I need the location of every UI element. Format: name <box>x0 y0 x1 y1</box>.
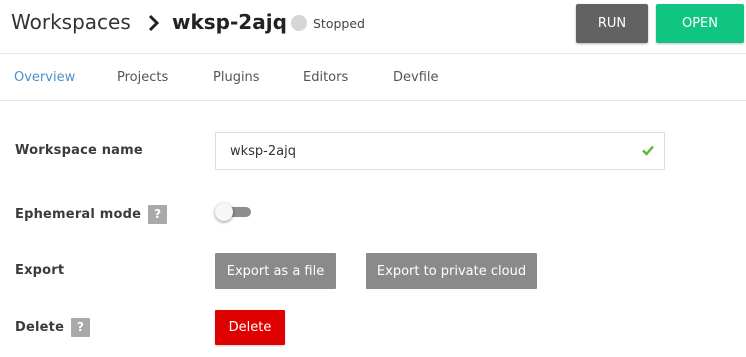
tab-overview[interactable]: Overview <box>14 70 75 85</box>
breadcrumb-workspaces-link[interactable]: Workspaces <box>11 10 131 34</box>
delete-label-text: Delete <box>15 320 65 335</box>
run-button[interactable]: RUN <box>576 4 648 43</box>
workspace-title: wksp-2ajq <box>172 10 287 34</box>
ephemeral-mode-label: Ephemeral mode ? <box>15 205 168 224</box>
status-dot-icon <box>291 15 307 31</box>
status-badge: Stopped <box>291 15 365 31</box>
chevron-right-icon <box>148 14 160 32</box>
tab-editors[interactable]: Editors <box>303 70 348 85</box>
checkmark-icon <box>642 145 654 156</box>
ephemeral-mode-toggle[interactable] <box>215 203 251 221</box>
tab-bar: Overview Projects Plugins Editors Devfil… <box>0 55 746 101</box>
workspace-name-label: Workspace name <box>15 143 143 158</box>
export-label: Export <box>15 263 64 278</box>
tab-plugins[interactable]: Plugins <box>213 70 260 85</box>
workspace-name-field[interactable] <box>215 132 665 170</box>
toggle-knob <box>215 203 233 221</box>
delete-button[interactable]: Delete <box>215 310 285 345</box>
open-button[interactable]: OPEN <box>656 4 744 43</box>
export-label-text: Export <box>15 263 65 278</box>
workspace-name-input[interactable] <box>216 133 636 169</box>
workspace-name-label-text: Workspace name <box>15 143 143 158</box>
export-file-button[interactable]: Export as a file <box>215 253 336 289</box>
delete-label: Delete ? <box>15 318 91 337</box>
help-icon[interactable]: ? <box>71 318 91 337</box>
help-icon[interactable]: ? <box>148 205 168 224</box>
ephemeral-mode-label-text: Ephemeral mode <box>15 207 142 222</box>
tab-devfile[interactable]: Devfile <box>393 70 439 85</box>
tab-projects[interactable]: Projects <box>117 70 168 85</box>
status-text: Stopped <box>313 15 365 31</box>
page-header: Workspaces wksp-2ajq Stopped RUN OPEN <box>0 0 746 54</box>
export-private-cloud-button[interactable]: Export to private cloud <box>366 253 537 289</box>
